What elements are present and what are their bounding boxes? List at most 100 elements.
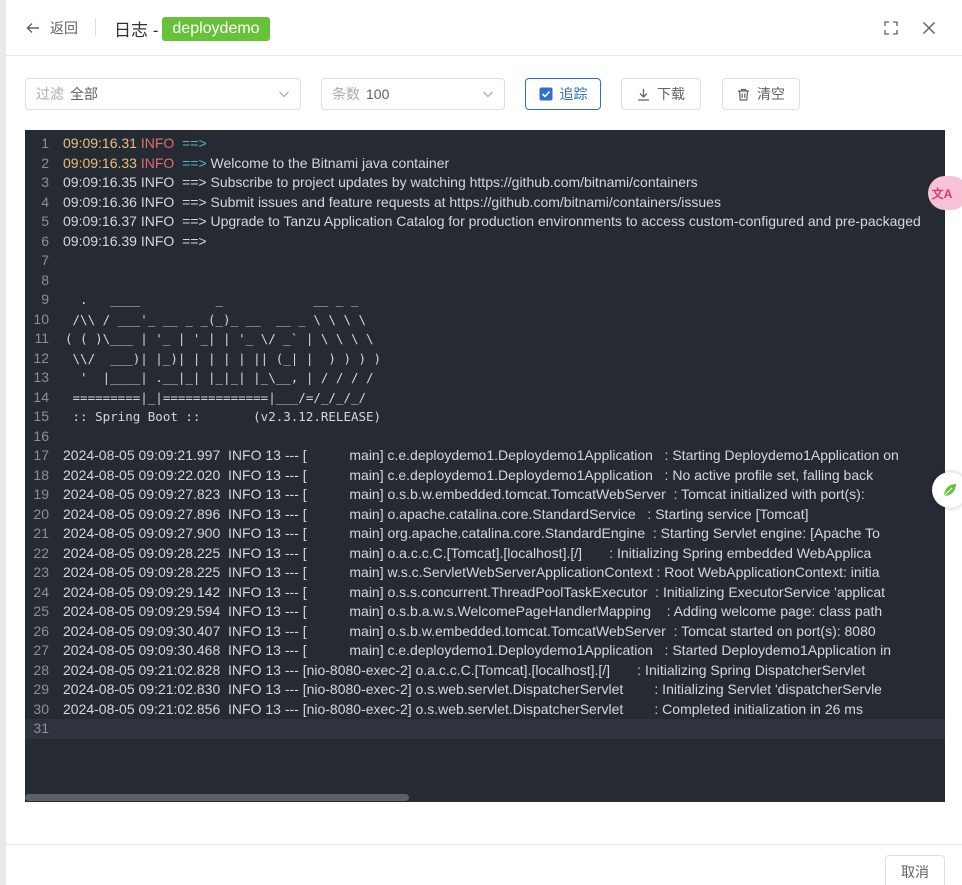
log-viewer[interactable]: 1 09:09:16.31 INFO ==> 2 09:09:16.33 INFO =… [25,130,945,802]
log-text: ( ( )\___ | '_ | '_| | '_ \/ _` | \ \ \ … [65,331,374,346]
log-arrow: ==> [182,135,207,151]
log-line: 29 2024-08-05 09:21:02.830 INFO 13 --- [n… [25,680,945,700]
line-number: 27 [33,642,49,658]
log-text: . ____ _ __ _ _ [65,292,359,307]
line-number: 22 [33,544,49,561]
log-line: 22 2024-08-05 09:09:28.225 INFO 13 --- [ … [25,544,945,564]
log-line: 25 2024-08-05 09:09:29.594 INFO 13 --- [ … [25,602,945,622]
line-number: 23 [33,564,49,580]
page-title: 日志 - deploydemo [114,16,270,41]
log-line: 31 [25,719,945,739]
line-number: 30 [33,700,49,717]
log-level: INFO [140,135,183,151]
filter-value: 全部 [70,86,98,102]
line-number: 21 [33,525,49,541]
log-text: 09:09:16.39 INFO ==> [63,232,207,249]
log-text: 2024-08-05 09:09:21.997 INFO 13 --- [ ma… [63,447,899,463]
line-number: 4 [41,193,49,210]
log-line: 9 . ____ _ __ _ _ [25,290,945,310]
log-text: 2024-08-05 09:09:27.823 INFO 13 --- [ ma… [63,486,865,502]
arrow-left-icon [26,23,39,33]
log-text: 2024-08-05 09:09:30.407 INFO 13 --- [ ma… [63,622,876,639]
log-line: 10 /\\ / ___'_ __ _ _(_)_ __ __ _ \ \ \ … [25,310,945,330]
translate-widget[interactable]: 文A [928,176,962,210]
line-number: 15 [33,408,49,424]
horizontal-scrollbar[interactable] [25,792,945,802]
download-icon [638,88,649,101]
log-line: 23 2024-08-05 09:09:28.225 INFO 13 --- [ … [25,563,945,583]
line-number: 3 [41,174,49,190]
log-line: 21 2024-08-05 09:09:27.900 INFO 13 --- [ … [25,524,945,544]
log-text: 2024-08-05 09:21:02.856 INFO 13 --- [nio… [63,700,863,717]
line-number: 10 [33,310,49,327]
download-label: 下载 [657,86,685,102]
line-number: 25 [33,603,49,619]
log-line: 14 =========|_|==============|___/=/_/_/… [25,388,945,408]
clear-button[interactable]: 清空 [722,78,800,110]
log-text: 09:09:16.31 INFO ==> [63,134,207,154]
line-number: 18 [33,466,49,483]
line-number: 17 [33,447,49,463]
log-text: 2024-08-05 09:09:30.468 INFO 13 --- [ ma… [63,642,892,658]
back-label: 返回 [50,20,78,36]
log-timestamp: 09:09:16.31 [63,135,141,151]
count-select[interactable]: 条数 100 [321,78,505,110]
scrollbar-thumb[interactable] [25,794,409,801]
log-line: 20 2024-08-05 09:09:27.896 INFO 13 --- [ … [25,505,945,525]
log-text: 09:09:16.35 INFO ==> Subscribe to projec… [63,174,698,190]
log-text: =========|_|==============|___/=/_/_/_/ [65,389,367,405]
log-text: ' |____| .__|_| |_|_| |_\__, | / / / / [65,370,374,385]
log-line: 2 09:09:16.33 INFO ==> Welcome to the Bit… [25,154,945,174]
log-text: 09:09:16.33 INFO ==> Welcome to the Bitn… [63,154,449,174]
line-number: 29 [33,681,49,697]
log-text: /\\ / ___'_ __ _ _(_)_ __ __ _ \ \ \ \ [65,311,367,327]
line-number: 24 [33,583,49,600]
count-value: 100 [366,86,390,102]
log-line: 7 [25,251,945,271]
cancel-button[interactable]: 取消 [885,855,945,885]
log-text: \\/ ___)| |_)| | | | | || (_| | ) ) ) ) [65,350,382,366]
log-line: 11 ( ( )\___ | '_ | '_| | '_ \/ _` | \ \ … [25,329,945,349]
log-text: :: Spring Boot :: (v2.3.12.RELEASE) [65,409,382,424]
checkbox-checked-icon [539,87,552,101]
log-line: 27 2024-08-05 09:09:30.468 INFO 13 --- [ … [25,641,945,661]
download-button[interactable]: 下载 [621,78,701,110]
log-text: 09:09:16.36 INFO ==> Submit issues and f… [63,193,721,210]
log-text: 2024-08-05 09:09:22.020 INFO 13 --- [ ma… [63,466,874,483]
log-line: 1 09:09:16.31 INFO ==> [25,134,945,154]
line-number: 5 [41,213,49,229]
line-number: 26 [33,622,49,639]
log-line: 15 :: Spring Boot :: (v2.3.12.RELEASE) [25,407,945,427]
line-number: 12 [33,349,49,366]
back-button[interactable]: 返回 [26,18,78,38]
filter-select[interactable]: 过滤 全部 [25,78,301,110]
line-number: 2 [41,154,49,171]
header-divider [95,18,96,36]
count-label: 条数 [332,86,360,102]
log-text: 2024-08-05 09:09:29.142 INFO 13 --- [ ma… [63,583,886,600]
clear-label: 清空 [757,86,785,102]
log-line: 19 2024-08-05 09:09:27.823 INFO 13 --- [ … [25,485,945,505]
line-number: 13 [33,369,49,385]
dialog-header: 返回 日志 - deploydemo [6,0,962,56]
log-line: 18 2024-08-05 09:09:22.020 INFO 13 --- [ … [25,466,945,486]
title-text: 日志 - [114,21,159,40]
fullscreen-icon[interactable] [881,18,901,38]
app-name-tag: deploydemo [162,16,270,41]
leaf-widget[interactable] [932,472,962,508]
follow-button[interactable]: 追踪 [525,78,601,110]
log-line: 28 2024-08-05 09:21:02.828 INFO 13 --- [n… [25,661,945,681]
log-text: 2024-08-05 09:21:02.830 INFO 13 --- [nio… [63,681,882,697]
chevron-down-icon [483,91,493,98]
log-text: 2024-08-05 09:09:28.225 INFO 13 --- [ ma… [63,564,880,580]
chevron-down-icon [279,91,289,98]
log-line: 17 2024-08-05 09:09:21.997 INFO 13 --- [ … [25,446,945,466]
log-line: 3 09:09:16.35 INFO ==> Subscribe to proje… [25,173,945,193]
filter-label: 过滤 [36,86,64,102]
log-level: INFO [140,154,183,171]
close-icon[interactable] [919,18,939,38]
line-number: 11 [34,330,49,346]
line-number: 31 [33,720,49,736]
log-text: 2024-08-05 09:09:28.225 INFO 13 --- [ ma… [63,544,872,561]
line-number: 19 [33,486,49,502]
